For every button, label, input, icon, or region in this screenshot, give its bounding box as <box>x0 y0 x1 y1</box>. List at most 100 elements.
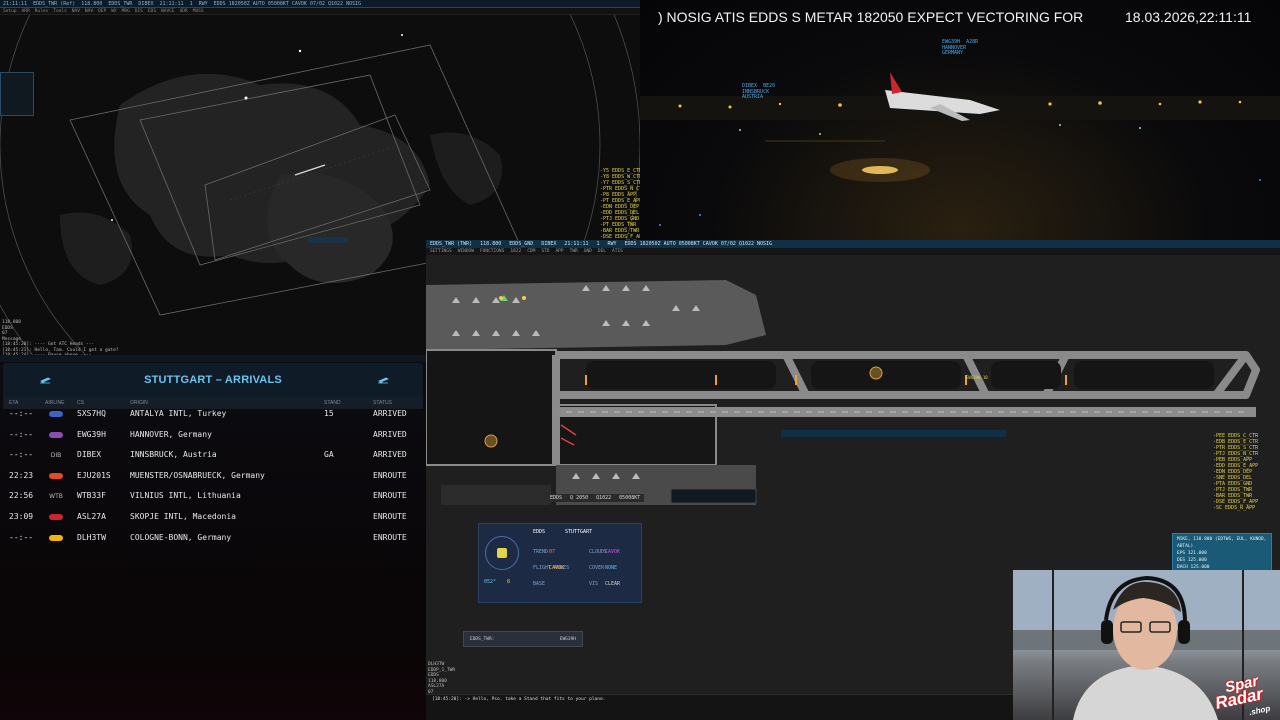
radar-toolbar-button[interactable]: WX <box>111 9 116 14</box>
metar-field[interactable]: Q 2050 <box>570 495 588 501</box>
radar-menubar-item[interactable]: EDDS_TWR (Ref) <box>33 1 75 7</box>
frequency-info-line: ABTAL) <box>1177 544 1194 549</box>
arrival-status: ARRIVED <box>373 450 407 460</box>
metar-field[interactable]: 05008KT <box>619 495 640 501</box>
wx-label-trend: TREND <box>533 549 549 555</box>
aircraft-label-ewg39h: EWG39H A28R HANNOVER GERMANY <box>942 39 978 57</box>
wx-cloud: NONE <box>605 565 618 571</box>
wind-rose-center <box>497 548 507 558</box>
ground-toolbar-button[interactable]: TWR <box>570 249 578 254</box>
arrival-origin: ANTALYA INTL, Turkey <box>130 409 227 418</box>
weather-panel[interactable]: EDDS STUTTGART TREND 07 FLIGHT RULES CAV… <box>478 523 642 603</box>
datablock <box>308 237 348 243</box>
ground-toolbar[interactable]: SETTINGS WINDOW FUNCTIONS 1022 CDM STD APP TWR G… <box>426 248 1280 255</box>
frequency-info-panel: MIKE, 118.800 (EDTWS, EUL, KUNOD, ABTAL) E… <box>1172 533 1272 571</box>
metar-field[interactable]: EDDS <box>550 495 562 501</box>
ground-toolbar-button[interactable]: ATIS <box>612 249 623 254</box>
radar-toolbar-button[interactable]: EDS <box>148 9 156 14</box>
radar-controller-list: -Y5 EDDS_E_CTR -Y8 EDDS_W_CTR -Y7 EDDS_S_C… <box>600 168 640 246</box>
radar-menubar[interactable]: 21:11:11 EDDS_TWR (Ref) 118.800 EDDS_TWR DIB… <box>0 0 640 8</box>
arrivals-header: STUTTGART – ARRIVALS <box>3 363 423 397</box>
runway <box>556 407 1256 417</box>
ground-titlebar-item[interactable]: 118.800 <box>480 241 501 247</box>
radar-menubar-item[interactable]: 21:11:11 <box>3 1 27 7</box>
ground-titlebar-item[interactable]: 1 <box>596 241 599 247</box>
ground-toolbar-button[interactable]: WINDOW <box>458 249 474 254</box>
atis-ticker: ) NOSIG ATIS EDDS S METAR 182050 EXPECT … <box>658 9 1084 25</box>
radar-menubar-item[interactable]: 1 <box>190 1 193 7</box>
wx-qnh: CAVOK <box>549 565 565 571</box>
ground-titlebar[interactable]: EDDS_TWR (TWR) 118.800 EDDS_GND DIBEX 21:11:… <box>426 240 1280 248</box>
ground-titlebar-item[interactable]: RWY <box>608 241 617 247</box>
wx-wind-speed: 8 <box>507 579 511 585</box>
radar-toolbar-button[interactable]: NAV <box>72 9 80 14</box>
arrival-eta: --:-- <box>9 532 34 542</box>
radar-menubar-item[interactable]: RWY <box>199 1 208 7</box>
radar-toolbar-button[interactable]: ADR <box>180 9 188 14</box>
arrival-cs: WTB33F <box>77 491 106 501</box>
radar-toolbar-button[interactable]: DIS <box>135 9 143 14</box>
ground-toolbar-button[interactable]: SETTINGS <box>430 249 452 254</box>
arrival-origin: MUENSTER/OSNABRUECK, Germany <box>130 470 265 480</box>
radar-menubar-item[interactable]: DIBEX <box>138 1 153 7</box>
ground-toolbar-button[interactable]: APP <box>555 249 563 254</box>
ground-toolbar-button[interactable]: CDM <box>527 249 535 254</box>
arrival-origin: COLOGNE-BONN, Germany <box>130 532 232 542</box>
radar-menubar-item[interactable]: 21:11:11 <box>159 1 183 7</box>
radar-toolbar-button[interactable]: MUSS <box>193 9 204 14</box>
arrival-cs: EJU201S <box>77 470 111 480</box>
ground-titlebar-item[interactable]: EDDS_TWR (TWR) <box>430 241 472 247</box>
arrivals-board: STUTTGART – ARRIVALS ETA AIRLINE CS ORIG… <box>0 355 426 720</box>
ground-bottom-chatbar[interactable]: [18:45:20]: -> Hello, Pso. take a Stand … <box>426 694 1013 720</box>
night-airport-scene <box>640 72 1280 226</box>
aircraft-label-line: AUSTRIA <box>742 94 764 100</box>
radar-menubar-item[interactable]: EDDS 182050Z AUTO 05008KT CAVOK 07/02 Q1… <box>214 1 362 7</box>
arrival-stand: 15 <box>324 409 334 418</box>
airline-logo-icon: WTB <box>49 492 63 500</box>
radar-layer-panel[interactable] <box>0 72 34 116</box>
ground-toolbar-button[interactable]: GND <box>584 249 592 254</box>
ground-titlebar-item[interactable]: EDDS 182050Z AUTO 05008KT CAVOK 07/02 Q1… <box>625 241 773 247</box>
radar-menubar-item[interactable]: 118.800 <box>81 1 102 7</box>
wx-station: EDDS <box>533 529 546 535</box>
ground-toolbar-button[interactable]: DEL <box>598 249 606 254</box>
arrival-row: 23:09 ASL27A SKOPJE INTL, Macedonia ENROUTE <box>3 507 423 527</box>
radar-toolbar-button[interactable]: NAVCE <box>161 9 175 14</box>
arrival-row: --:-- DLH3TW COLOGNE-BONN, Germany ENROUTE <box>3 528 423 548</box>
arrival-cs: SXS7HQ <box>77 409 106 418</box>
radar-menubar-item[interactable]: EDDS_TWR <box>108 1 132 7</box>
arrival-eta: --:-- <box>9 429 34 439</box>
ground-toolbar-button[interactable]: STD <box>541 249 549 254</box>
ground-toolbar-button[interactable]: 1022 <box>510 249 521 254</box>
arrival-cs: EWG39H <box>77 429 106 439</box>
command-input[interactable]: EDDS_TWR: EWG39H <box>463 631 583 647</box>
ground-titlebar-item[interactable]: 21:11:11 <box>564 241 588 247</box>
ground-titlebar-item[interactable]: EDDS_GND <box>509 241 533 247</box>
arrival-row: 22:56 WTB33F VILNIUS INTL, Lithuania ENROUT… <box>3 486 423 506</box>
arrival-row: 22:23 EJU201S MUENSTER/OSNABRUECK, Germany… <box>3 466 423 486</box>
radar-toolbar-button[interactable]: Rules <box>35 9 49 14</box>
input-prefix: EDDS_TWR: <box>470 637 495 642</box>
wx-city: STUTTGART <box>565 529 593 535</box>
arrival-origin: HANNOVER, Germany <box>130 429 212 439</box>
arrival-status: ENROUTE <box>373 512 407 521</box>
aircraft-label-dibex: DIBEX BE20 INNSBRUCK AUSTRIA <box>742 83 775 101</box>
frequency-info-line: MIKE, 118.800 (EDTWS, EUL, KUNOD, <box>1177 537 1267 542</box>
arrival-status: ENROUTE <box>373 491 407 501</box>
arrival-origin: SKOPJE INTL, Macedonia <box>130 512 236 521</box>
controller-entry: -SC EDDS_R_APP <box>1213 505 1256 511</box>
radar-toolbar-button[interactable]: ARR <box>22 9 30 14</box>
wx-label-vis: VIS <box>589 581 599 587</box>
metar-field[interactable]: Q1022 <box>596 495 611 501</box>
ground-titlebar-item[interactable]: DIBEX <box>541 241 556 247</box>
radar-toolbar-button[interactable]: NAV <box>85 9 93 14</box>
radar-toolbar-button[interactable]: MRG <box>122 9 130 14</box>
radar-toolbar-button[interactable]: Setup <box>3 9 17 14</box>
radar-toolbar-button[interactable]: Tools <box>53 9 67 14</box>
wx-label-base: BASE <box>533 581 546 587</box>
ground-toolbar-button[interactable]: FUNCTIONS <box>480 249 504 254</box>
arrival-status: ARRIVED <box>373 429 407 439</box>
svg-text:EWG39H 10: EWG39H 10 <box>966 375 988 380</box>
radar-toolbar-button[interactable]: DEP <box>98 9 106 14</box>
radar-toolbar[interactable]: Setup ARR Rules Tools NAV NAV DEP WX MRG DIS EDS NA… <box>0 8 640 15</box>
